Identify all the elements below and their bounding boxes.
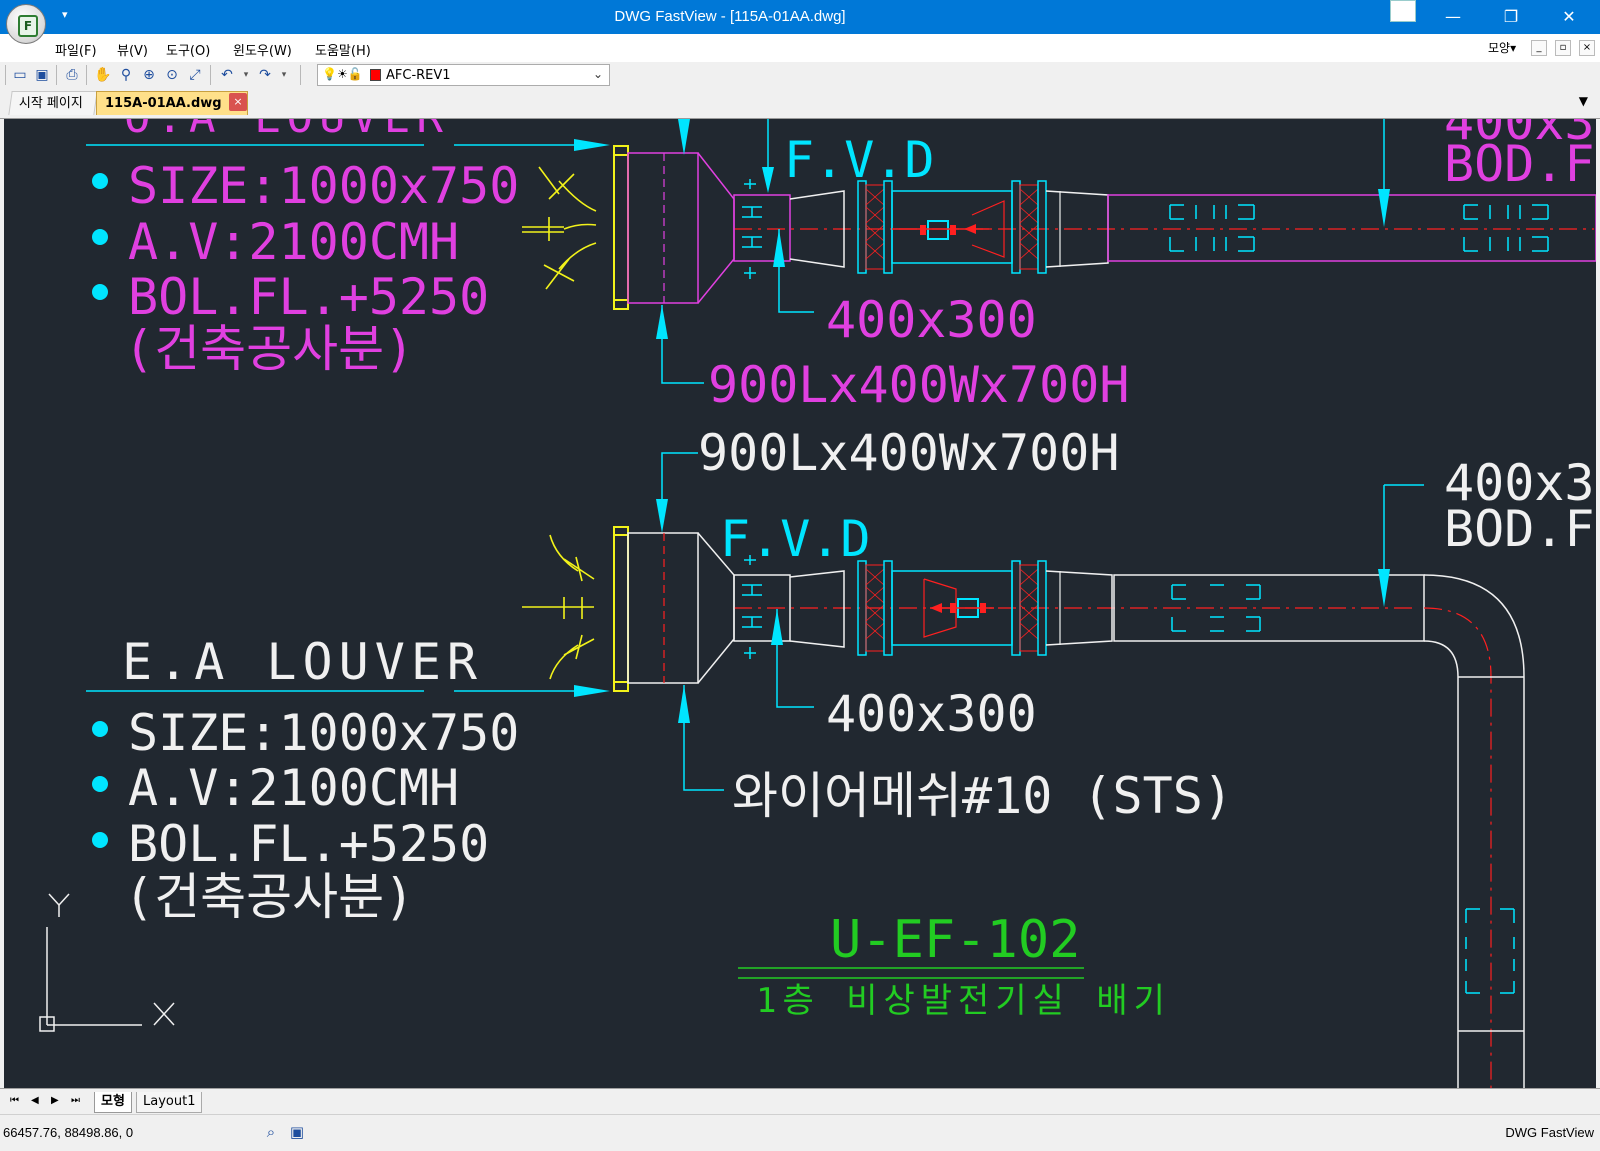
toolbar-separator: [86, 65, 87, 85]
undo-icon[interactable]: ↶: [218, 66, 236, 84]
tab-layout1[interactable]: Layout1: [136, 1092, 203, 1113]
print-icon[interactable]: ⎙: [63, 66, 81, 84]
tab-drawing-label: 115A-01AA.dwg: [105, 96, 222, 111]
top-spec-bol: BOL.FL.+5250: [128, 268, 489, 326]
equipment-tag: U-EF-102: [830, 910, 1080, 970]
bottom-fvd-label: F.V.D: [720, 510, 871, 568]
save-icon[interactable]: ▣: [33, 66, 51, 84]
layer-dropdown[interactable]: 💡☀🔓 AFC-REV1 ⌄: [317, 64, 610, 86]
mdi-minimize-button[interactable]: _: [1531, 40, 1547, 56]
tab-start-page[interactable]: 시작 페이지: [8, 91, 98, 115]
close-button[interactable]: ✕: [1540, 0, 1598, 34]
first-layout-button[interactable]: ⏮: [10, 1095, 19, 1106]
tab-drawing[interactable]: 115A-01AA.dwg: [96, 91, 248, 115]
find-text-icon[interactable]: ⌕: [262, 1123, 280, 1141]
previous-layout-button[interactable]: ◀: [31, 1095, 39, 1106]
layout-tab-bar: ⏮ ◀ ▶ ⏭ 모형 Layout1: [0, 1088, 1600, 1115]
next-layout-button[interactable]: ▶: [51, 1095, 59, 1106]
mdi-restore-button[interactable]: ▫: [1555, 40, 1571, 56]
open-icon[interactable]: ▭: [11, 66, 29, 84]
zoom-window-icon[interactable]: ⊙: [163, 66, 181, 84]
title-bar: ▾ DWG FastView - [115A-01AA.dwg] — ❐ ✕: [0, 0, 1600, 34]
tab-close-button[interactable]: ×: [229, 93, 247, 111]
undo-dropdown-icon[interactable]: ▾: [237, 66, 255, 84]
cursor-coordinates: 66457.76, 88498.86, 0: [3, 1125, 134, 1140]
toolbar-grip: [5, 65, 6, 85]
bottom-louver-title: E.A LOUVER: [122, 633, 483, 691]
layer-name: AFC-REV1: [386, 68, 451, 83]
zoom-in-icon[interactable]: ⊕: [140, 66, 158, 84]
top-fvd-label: F.V.D: [784, 131, 935, 189]
toolbar-separator: [210, 65, 211, 85]
bottom-mesh-label: 와이어메쉬#10 (STS): [732, 767, 1233, 825]
drawing-canvas[interactable]: O.A LOUVER SIZE:1000x750 A.V:2100CMH BOL…: [4, 119, 1596, 1088]
layout-view-icon[interactable]: ▣: [288, 1123, 306, 1141]
top-plenum-size: 900Lx400Wx700H: [708, 356, 1129, 414]
menu-window[interactable]: 윈도우(W): [233, 40, 292, 59]
app-menu-button[interactable]: F: [6, 4, 46, 44]
top-duct-size: 400x300: [826, 291, 1037, 349]
zoom-icon[interactable]: ⚲: [117, 66, 135, 84]
cad-drawing: O.A LOUVER SIZE:1000x750 A.V:2100CMH BOL…: [39, 119, 1596, 1088]
bottom-spec-airvolume: A.V:2100CMH: [128, 759, 459, 817]
pan-icon[interactable]: ✋: [94, 66, 112, 84]
bottom-spec-note: (건축공사분): [124, 868, 414, 926]
tab-start-label: 시작 페이지: [18, 96, 83, 111]
bottom-plenum-size: 900Lx400Wx700H: [698, 424, 1119, 482]
chevron-down-icon[interactable]: ⌄: [593, 67, 603, 81]
bottom-right-label-2: BOD.F: [1444, 500, 1595, 558]
status-bar: 66457.76, 88498.86, 0 ⌕ ▣ DWG FastView: [0, 1114, 1600, 1151]
redo-icon[interactable]: ↷: [256, 66, 274, 84]
top-spec-note: (건축공사분): [124, 320, 414, 378]
equipment-description: 1층 비상발전기실 배기: [756, 981, 1171, 1021]
menu-view[interactable]: 뷰(V): [117, 40, 148, 59]
bottom-spec-size: SIZE:1000x750: [128, 704, 519, 762]
tab-list-dropdown[interactable]: ▼: [1579, 94, 1588, 108]
minimize-button[interactable]: —: [1424, 0, 1482, 34]
style-menu[interactable]: 모양▾: [1488, 39, 1516, 56]
top-spec-airvolume: A.V:2100CMH: [128, 213, 459, 271]
document-tab-bar: 시작 페이지 115A-01AA.dwg × ▼: [0, 88, 1600, 119]
toolbar-grip: [300, 65, 301, 85]
zoom-extents-icon[interactable]: ⤢: [186, 66, 204, 84]
window-title: DWG FastView - [115A-01AA.dwg]: [614, 8, 846, 25]
toolbar: ▭ ▣ ⎙ ✋ ⚲ ⊕ ⊙ ⤢ ↶ ▾ ↷ ▾ 💡☀🔓 AFC-REV1 ⌄: [0, 62, 1600, 89]
tab-model[interactable]: 모형: [94, 1092, 132, 1113]
status-app-name: DWG FastView: [1505, 1125, 1594, 1140]
redo-dropdown-icon[interactable]: ▾: [275, 66, 293, 84]
top-spec-size: SIZE:1000x750: [128, 157, 519, 215]
top-right-label-2: BOD.F: [1444, 135, 1595, 193]
top-louver-title: O.A LOUVER: [124, 119, 449, 143]
layer-color-swatch: [370, 69, 381, 81]
top-assembly: O.A LOUVER SIZE:1000x750 A.V:2100CMH BOL…: [86, 119, 1596, 414]
app-logo-icon: F: [18, 15, 38, 37]
user-account-icon[interactable]: [1390, 0, 1416, 22]
bottom-duct-size: 400x300: [826, 685, 1037, 743]
toolbar-separator: [56, 65, 57, 85]
mdi-close-button[interactable]: ×: [1579, 40, 1595, 56]
menu-help[interactable]: 도움말(H): [315, 40, 371, 59]
menu-file[interactable]: 파일(F): [55, 40, 97, 59]
menu-tools[interactable]: 도구(O): [166, 40, 210, 59]
menu-bar: 파일(F) 뷰(V) 도구(O) 윈도우(W) 도움말(H) 모양▾ _ ▫ ×: [0, 34, 1600, 63]
bottom-assembly: 900Lx400Wx700H F.V.D 400x3 BOD.F 400x300…: [86, 424, 1595, 1088]
last-layout-button[interactable]: ⏭: [71, 1095, 80, 1106]
restore-button[interactable]: ❐: [1482, 0, 1540, 34]
bottom-spec-bol: BOL.FL.+5250: [128, 815, 489, 873]
layer-state-icons: 💡☀🔓: [322, 67, 363, 81]
